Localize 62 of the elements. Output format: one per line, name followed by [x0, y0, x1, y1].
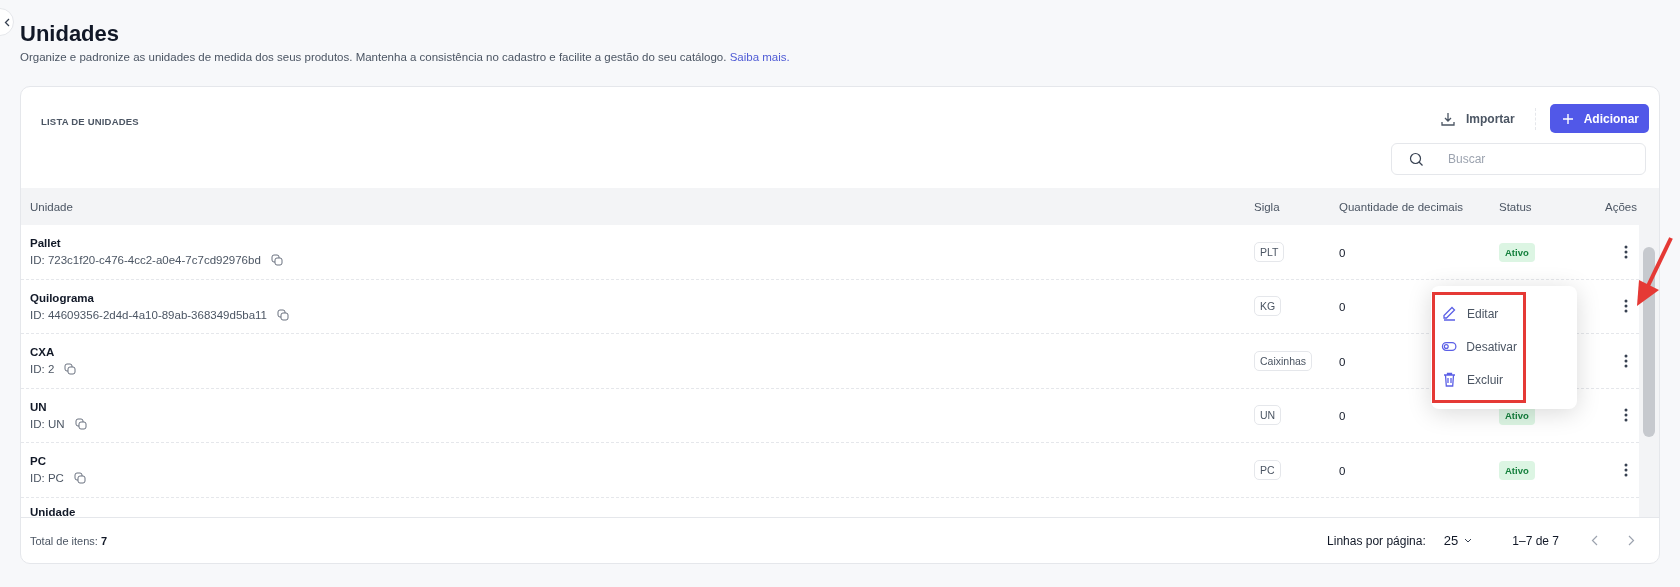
- unit-name: Quilograma: [30, 291, 95, 304]
- page-title: Unidades: [20, 20, 121, 48]
- abbreviation-tag: UN: [1254, 405, 1282, 426]
- total-items: Total de itens: 7: [30, 534, 108, 547]
- status-badge: Ativo: [1499, 460, 1535, 480]
- card-title: LISTA DE UNIDADES: [41, 116, 139, 129]
- unit-id: ID: 723c1f20-c476-4cc2-a0e4-7c7cd92976bd: [30, 254, 261, 267]
- chevron-left-icon: [1591, 535, 1598, 546]
- copy-icon[interactable]: [73, 472, 86, 485]
- pencil-icon: [1441, 305, 1458, 323]
- kebab-icon: [1624, 462, 1628, 477]
- download-icon: [1439, 110, 1456, 127]
- rows-per-page-select[interactable]: 25: [1437, 532, 1479, 549]
- page-range: 1–7 de 7: [1512, 533, 1559, 548]
- kebab-icon: [1624, 244, 1628, 259]
- unit-id: ID: 2: [30, 363, 55, 376]
- decimals-cell: 0: [1339, 301, 1346, 314]
- copy-icon[interactable]: [64, 363, 77, 376]
- plus-icon: [1561, 112, 1574, 125]
- chevron-left-icon: [4, 17, 10, 27]
- column-header: Sigla: [1253, 200, 1281, 213]
- menu-item[interactable]: Excluir: [1435, 363, 1523, 397]
- rows-per-page-label: Linhas por página:: [1327, 533, 1426, 548]
- unit-name: CXA: [30, 346, 56, 359]
- kebab-icon: [1624, 353, 1628, 368]
- status-badge: Ativo: [1499, 242, 1535, 262]
- decimals-cell: 0: [1339, 464, 1346, 477]
- kebab-icon: [1624, 299, 1628, 314]
- abbreviation-tag: KG: [1254, 296, 1282, 317]
- chevron-down-icon: [1464, 538, 1473, 543]
- column-header: Quantidade de decimais: [1338, 200, 1465, 213]
- column-header: Status: [1498, 200, 1533, 213]
- copy-icon[interactable]: [277, 308, 290, 321]
- trash-icon: [1441, 371, 1458, 389]
- pointer-arrow: [1635, 236, 1673, 308]
- add-button[interactable]: Adicionar: [1549, 104, 1649, 133]
- unit-id: ID: PC: [30, 472, 64, 485]
- learn-more-link[interactable]: Saiba mais.: [729, 51, 790, 63]
- unit-name: UN: [30, 400, 48, 413]
- column-header: Ações: [1604, 200, 1638, 213]
- chevron-right-icon: [1628, 535, 1635, 546]
- menu-item[interactable]: Editar: [1435, 297, 1523, 331]
- column-header: Unidade: [29, 200, 74, 213]
- unit-id: ID: UN: [30, 417, 65, 430]
- copy-icon[interactable]: [74, 417, 87, 430]
- decimals-cell: 0: [1339, 355, 1346, 368]
- unit-id: ID: 44609356-2d4d-4a10-89ab-368349d5ba11: [30, 308, 268, 321]
- kebab-icon: [1624, 408, 1628, 423]
- unit-name: PC: [30, 455, 47, 468]
- abbreviation-tag: PC: [1254, 459, 1281, 480]
- decimals-cell: 0: [1339, 246, 1346, 259]
- decimals-cell: 0: [1339, 410, 1346, 423]
- page-description: Organize e padronize as unidades de medida dos seus produtos. Mantenha a consistência no cadastro e facilite a gestão do seu catálogo. Saiba mais.: [20, 51, 791, 63]
- import-button[interactable]: Importar: [1433, 110, 1521, 127]
- search-field[interactable]: Buscar: [1391, 143, 1646, 175]
- menu-item[interactable]: Desativar: [1435, 330, 1523, 364]
- copy-icon[interactable]: [270, 254, 283, 267]
- abbreviation-tag: Caixinhas: [1254, 350, 1313, 371]
- scrollbar[interactable]: [1639, 225, 1659, 517]
- abbreviation-tag: PLT: [1254, 241, 1285, 262]
- unit-name: Pallet: [30, 237, 62, 250]
- unit-name: Unidade: [30, 505, 77, 517]
